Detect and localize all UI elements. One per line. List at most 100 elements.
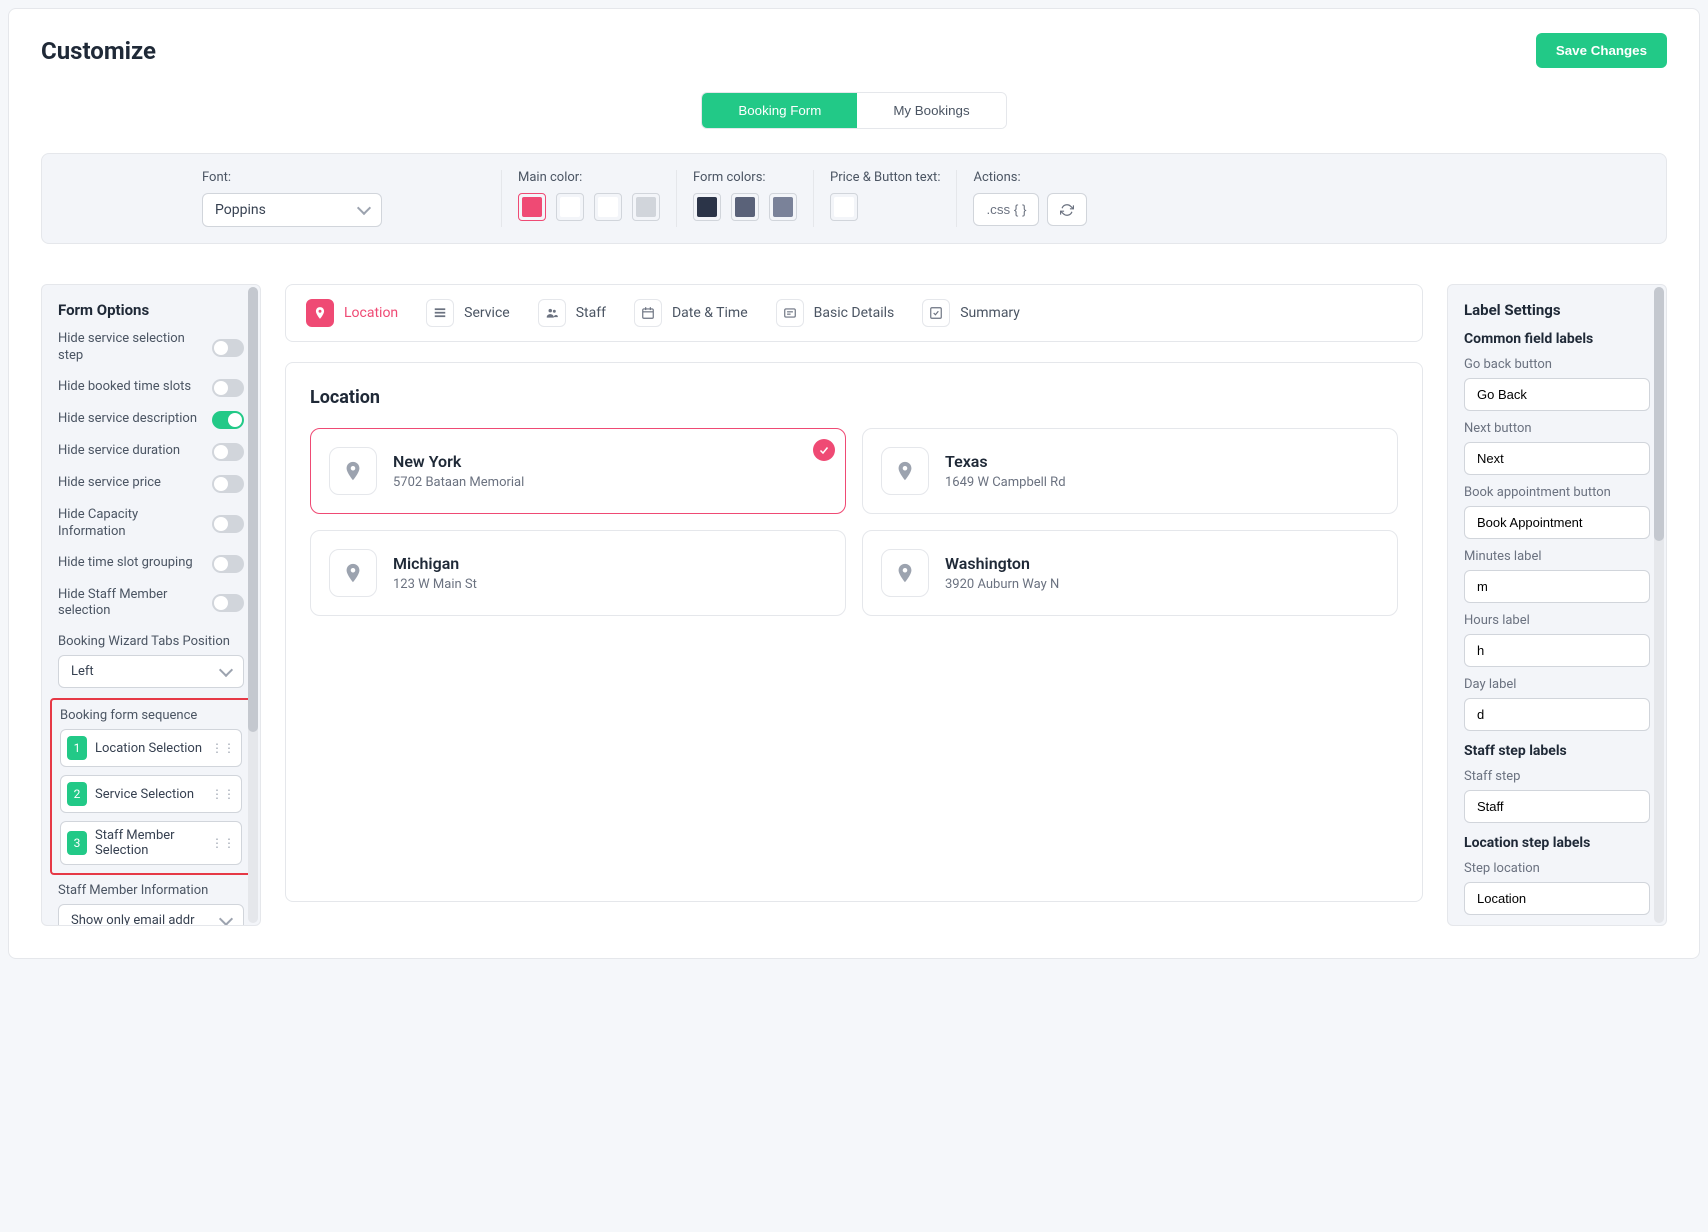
field-input[interactable] [1464, 698, 1650, 731]
tab-my-bookings[interactable]: My Bookings [857, 93, 1005, 128]
scrollbar[interactable] [1654, 287, 1664, 923]
drag-handle-icon[interactable]: ⋮⋮ [211, 836, 235, 850]
location-name: Washington [945, 554, 1059, 573]
field-input[interactable] [1464, 570, 1650, 603]
toggle-label: Hide time slot grouping [58, 555, 212, 572]
field-input[interactable] [1464, 506, 1650, 539]
font-label: Font: [202, 170, 485, 185]
step-name: Basic Details [814, 305, 895, 321]
toggle[interactable] [212, 379, 244, 397]
field-input[interactable] [1464, 378, 1650, 411]
field-label: Book appointment button [1464, 485, 1650, 500]
drag-handle-icon[interactable]: ⋮⋮ [211, 787, 235, 801]
sequence-item[interactable]: 1 Location Selection⋮⋮ [60, 729, 242, 767]
location-item[interactable]: Michigan123 W Main St [310, 530, 846, 616]
list-icon [426, 299, 454, 327]
toggle-label: Hide Capacity Information [58, 507, 212, 541]
location-address: 5702 Bataan Memorial [393, 475, 524, 490]
location-address: 1649 W Campbell Rd [945, 475, 1066, 490]
toggle[interactable] [212, 443, 244, 461]
step-tab-summary[interactable]: Summary [922, 299, 1020, 327]
main-color-swatch[interactable] [632, 193, 660, 221]
location-step-labels-title: Location step labels [1464, 835, 1650, 851]
location-item[interactable]: New York5702 Bataan Memorial [310, 428, 846, 514]
wizard-pos-label: Booking Wizard Tabs Position [58, 634, 244, 649]
field-label: Day label [1464, 677, 1650, 692]
toggle[interactable] [212, 515, 244, 533]
field-label: Next button [1464, 421, 1650, 436]
step-name: Location [344, 305, 398, 321]
location-name: Michigan [393, 554, 477, 573]
font-value: Poppins [215, 202, 266, 218]
form-color-swatch[interactable] [731, 193, 759, 221]
location-item[interactable]: Washington 3920 Auburn Way N [862, 530, 1398, 616]
location-address: 3920 Auburn Way N [945, 577, 1059, 592]
field-input[interactable] [1464, 442, 1650, 475]
step-tab-basic-details[interactable]: Basic Details [776, 299, 895, 327]
tab-booking-form[interactable]: Booking Form [702, 93, 857, 128]
toggle[interactable] [212, 555, 244, 573]
sequence-label: Location Selection [95, 741, 211, 756]
staff-step-input[interactable] [1464, 790, 1650, 823]
form-colors-label: Form colors: [693, 170, 797, 185]
pin-icon [329, 447, 377, 495]
chevron-down-icon [357, 201, 371, 215]
location-item[interactable]: Texas1649 W Campbell Rd [862, 428, 1398, 514]
people-icon [538, 299, 566, 327]
save-button[interactable]: Save Changes [1536, 33, 1667, 68]
pin-icon [881, 447, 929, 495]
sequence-label: Booking form sequence [60, 708, 242, 723]
field-input[interactable] [1464, 634, 1650, 667]
sequence-item[interactable]: 2 Service Selection⋮⋮ [60, 775, 242, 813]
main-color-swatch[interactable] [556, 193, 584, 221]
calendar-icon [634, 299, 662, 327]
toggle[interactable] [212, 475, 244, 493]
refresh-button[interactable] [1047, 193, 1087, 226]
location-card: Location New York5702 Bataan MemorialTex… [285, 362, 1423, 902]
main-color-swatch[interactable] [594, 193, 622, 221]
pin-icon [306, 299, 334, 327]
step-location-input[interactable] [1464, 882, 1650, 915]
toggle-label: Hide service price [58, 475, 212, 492]
refresh-icon [1060, 203, 1074, 217]
step-tab-date-&-time[interactable]: Date & Time [634, 299, 748, 327]
scrollbar[interactable] [248, 287, 258, 923]
step-tab-staff[interactable]: Staff [538, 299, 606, 327]
sequence-label: Service Selection [95, 787, 211, 802]
label-settings-panel: Label Settings Common field labels Go ba… [1447, 284, 1667, 926]
form-color-swatch[interactable] [769, 193, 797, 221]
drag-handle-icon[interactable]: ⋮⋮ [211, 741, 235, 755]
sequence-number: 1 [67, 736, 87, 760]
staff-info-label: Staff Member Information [58, 883, 244, 898]
main-color-label: Main color: [518, 170, 660, 185]
price-color-swatch[interactable] [830, 193, 858, 221]
staff-info-select[interactable]: Show only email addr [58, 904, 244, 925]
sequence-number: 3 [67, 831, 87, 855]
step-location-label: Step location [1464, 861, 1650, 876]
sequence-item[interactable]: 3Staff Member Selection⋮⋮ [60, 821, 242, 865]
main-color-swatch[interactable] [518, 193, 546, 221]
check-icon [922, 299, 950, 327]
toggle-label: Hide service duration [58, 443, 212, 460]
toggle[interactable] [212, 594, 244, 612]
step-name: Summary [960, 305, 1020, 321]
step-tab-location[interactable]: Location [306, 299, 398, 327]
font-select[interactable]: Poppins [202, 193, 382, 227]
toggle[interactable] [212, 411, 244, 429]
staff-info-value: Show only email addr [71, 913, 194, 925]
toggle[interactable] [212, 339, 244, 357]
step-name: Staff [576, 305, 606, 321]
field-label: Minutes label [1464, 549, 1650, 564]
toggle-label: Hide Staff Member selection [58, 587, 212, 621]
price-button-label: Price & Button text: [830, 170, 940, 185]
step-tab-service[interactable]: Service [426, 299, 510, 327]
location-heading: Location [310, 387, 1398, 408]
chevron-down-icon [219, 663, 233, 677]
sequence-number: 2 [67, 782, 87, 806]
css-button[interactable]: .css { } [973, 193, 1039, 226]
wizard-pos-select[interactable]: Left [58, 655, 244, 688]
form-color-swatch[interactable] [693, 193, 721, 221]
step-name: Date & Time [672, 305, 748, 321]
toggle-label: Hide service description [58, 411, 212, 428]
toggle-label: Hide service selection step [58, 331, 212, 365]
